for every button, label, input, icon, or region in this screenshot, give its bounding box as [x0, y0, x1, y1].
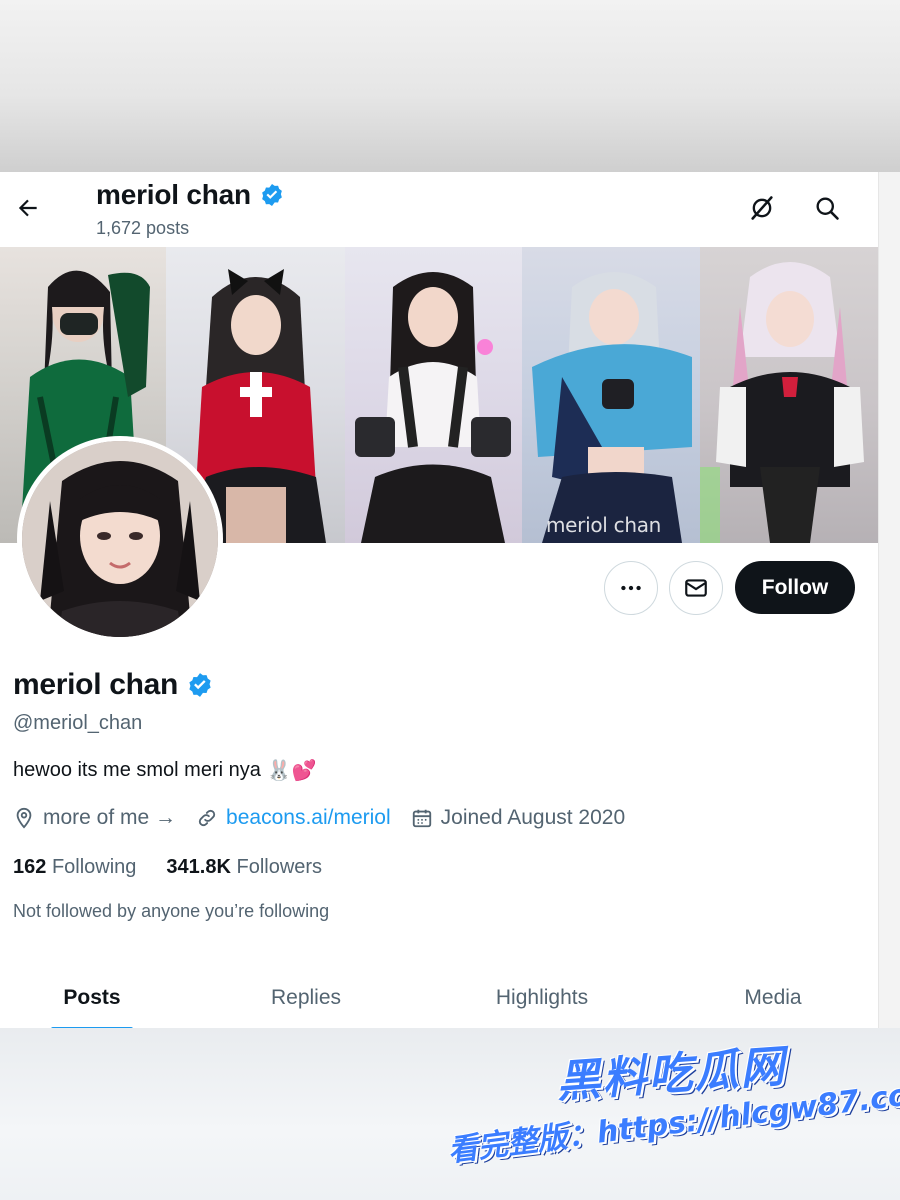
- header-title-text: meriol chan: [96, 179, 251, 210]
- more-button[interactable]: [604, 561, 658, 615]
- followers-count: 341.8K: [166, 856, 231, 878]
- profile-name: meriol chan: [13, 668, 214, 702]
- followers-link[interactable]: 341.8K Followers: [166, 856, 322, 879]
- followers-label: Followers: [236, 856, 323, 878]
- search-icon: [816, 197, 839, 220]
- tab-media[interactable]: Media: [718, 967, 828, 1028]
- message-button[interactable]: [669, 561, 723, 615]
- following-count: 162: [13, 856, 47, 878]
- calendar-icon: [412, 809, 431, 828]
- website-link[interactable]: beacons.ai/meriol: [226, 806, 391, 830]
- profile-header: meriol chan 1,672 posts: [0, 172, 878, 247]
- envelope-icon: [685, 579, 707, 597]
- banner-photo-5: [700, 247, 878, 543]
- following-label: Following: [51, 856, 137, 878]
- location-item: more of me →: [13, 806, 176, 830]
- location-text: more of me →: [43, 806, 177, 829]
- post-count: 1,672 posts: [96, 218, 190, 238]
- avatar-photo: [22, 441, 218, 637]
- verified-badge-icon: [262, 183, 282, 207]
- bio-emoji: 🐰💕: [266, 760, 317, 782]
- profile-meta: more of me → beacons.ai/meriol Joined Au…: [13, 806, 645, 830]
- grok-icon: [751, 196, 773, 220]
- tab-highlights[interactable]: Highlights: [468, 967, 616, 1028]
- profile-tabs: Posts Replies Highlights Media: [0, 967, 878, 1028]
- banner-photo-3: [345, 247, 522, 543]
- verified-badge-icon[interactable]: [186, 671, 214, 699]
- more-icon: [621, 585, 641, 591]
- joined-text: Joined August 2020: [440, 806, 626, 829]
- tab-posts[interactable]: Posts: [30, 967, 154, 1028]
- arrow-left-icon: [18, 199, 37, 217]
- link-icon: [198, 809, 216, 827]
- follow-stats: 162 Following 341.8K Followers: [13, 856, 322, 879]
- top-background: [0, 0, 900, 172]
- header-title: meriol chan: [96, 179, 285, 211]
- website-item: beacons.ai/meriol: [196, 806, 391, 830]
- grok-button[interactable]: [743, 189, 781, 227]
- not-followed-note: Not followed by anyone you’re following: [13, 901, 330, 921]
- back-button[interactable]: [10, 190, 46, 226]
- banner-photo-4: meriol chan: [522, 247, 700, 543]
- tab-replies[interactable]: Replies: [240, 967, 372, 1028]
- bio-text: hewoo its me smol meri nya: [13, 759, 261, 781]
- following-link[interactable]: 162 Following: [13, 856, 136, 879]
- right-edge: [878, 172, 900, 1028]
- profile-handle: @meriol_chan: [13, 712, 143, 734]
- follow-button[interactable]: Follow: [735, 561, 855, 614]
- banner-watermark: meriol chan: [546, 513, 662, 537]
- profile-bio: hewoo its me smol meri nya 🐰💕: [13, 758, 317, 783]
- profile-page: meriol chan 1,672 posts meriol chan Foll…: [0, 172, 878, 1031]
- profile-name-text: meriol chan: [13, 668, 179, 701]
- search-button[interactable]: [808, 189, 846, 227]
- joined-item: Joined August 2020: [411, 806, 626, 830]
- location-icon: [16, 807, 32, 829]
- avatar[interactable]: [17, 436, 223, 642]
